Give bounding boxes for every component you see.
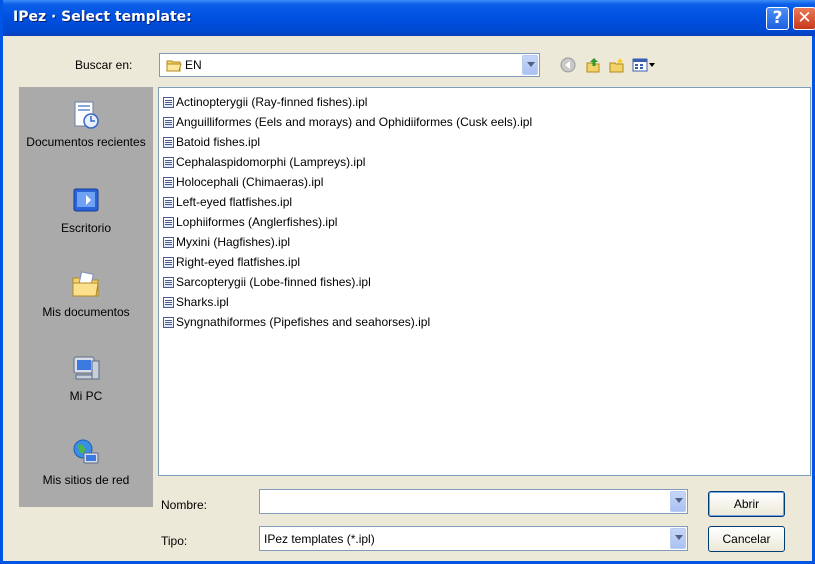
my-documents-icon (72, 271, 99, 297)
open-button[interactable]: Abrir (708, 491, 785, 517)
lookin-value: EN (185, 58, 202, 72)
filename-label: Nombre: (161, 498, 208, 512)
filetype-value: IPez templates (*.ipl) (264, 532, 375, 546)
template-file-icon (163, 317, 174, 328)
template-file-icon (163, 217, 174, 228)
template-file-icon (163, 117, 174, 128)
lookin-combo[interactable]: EN (159, 53, 540, 77)
close-button[interactable]: ✕ (793, 7, 815, 30)
template-file-icon (163, 257, 174, 268)
template-file-icon (163, 197, 174, 208)
template-file-icon (163, 297, 174, 308)
filename-input[interactable] (259, 489, 688, 514)
help-button[interactable]: ? (766, 7, 789, 30)
view-menu-icon[interactable] (632, 57, 656, 73)
template-file-icon (163, 137, 174, 148)
template-file-icon (163, 237, 174, 248)
cancel-button[interactable]: Cancelar (708, 526, 785, 552)
place-label: Mi PC (69, 389, 103, 403)
list-item[interactable]: Right-eyed flatfishes.ipl (163, 253, 300, 271)
place-desktop[interactable]: Escritorio (19, 185, 153, 236)
recent-documents-icon (74, 101, 99, 129)
folder-open-icon (166, 60, 182, 72)
list-item[interactable]: Batoid fishes.ipl (163, 133, 260, 151)
filetype-label: Tipo: (161, 534, 188, 548)
template-file-icon (163, 277, 174, 288)
list-item[interactable]: Sharks.ipl (163, 293, 229, 311)
filetype-select[interactable]: IPez templates (*.ipl) (259, 526, 688, 551)
place-label: Escritorio (60, 221, 111, 235)
list-item[interactable]: Cephalaspidomorphi (Lampreys).ipl (163, 153, 365, 171)
up-folder-icon[interactable] (585, 57, 601, 73)
list-item[interactable]: Sarcopterygii (Lobe-finned fishes).ipl (163, 273, 371, 291)
new-folder-icon[interactable] (609, 57, 625, 73)
back-icon[interactable] (560, 57, 576, 73)
lookin-dropdown-button[interactable] (522, 55, 538, 75)
place-label: Mis documentos (42, 305, 130, 319)
my-computer-icon (73, 356, 100, 380)
place-label: Mis sitios de red (42, 473, 130, 487)
list-item[interactable]: Lophiiformes (Anglerfishes).ipl (163, 213, 337, 231)
dialog-window: IPez · Select template: ? ✕ Buscar en: E… (0, 0, 815, 564)
list-item[interactable]: Left-eyed flatfishes.ipl (163, 193, 292, 211)
title-bar[interactable]: IPez · Select template: ? ✕ (3, 0, 815, 36)
list-item[interactable]: Actinopterygii (Ray-finned fishes).ipl (163, 93, 367, 111)
lookin-label: Buscar en: (75, 58, 133, 72)
desktop-icon (73, 188, 99, 212)
place-my-computer[interactable]: Mi PC (19, 353, 153, 404)
filename-dropdown-button[interactable] (670, 491, 686, 512)
file-list[interactable]: Actinopterygii (Ray-finned fishes).ipl A… (158, 87, 811, 476)
place-label: Documentos recientes (26, 135, 146, 149)
place-recent-documents[interactable]: Documentos recientes (19, 99, 153, 150)
place-my-documents[interactable]: Mis documentos (19, 269, 153, 320)
place-network[interactable]: Mis sitios de red (19, 437, 153, 488)
network-places-icon (73, 439, 99, 464)
list-item[interactable]: Anguilliformes (Eels and morays) and Oph… (163, 113, 532, 131)
template-file-icon (163, 177, 174, 188)
template-file-icon (163, 157, 174, 168)
places-bar: Documentos recientes Escritorio Mis docu… (19, 87, 153, 507)
filetype-dropdown-button[interactable] (670, 528, 686, 549)
list-item[interactable]: Myxini (Hagfishes).ipl (163, 233, 290, 251)
template-file-icon (163, 97, 174, 108)
list-item[interactable]: Holocephali (Chimaeras).ipl (163, 173, 323, 191)
list-item[interactable]: Syngnathiformes (Pipefishes and seahorse… (163, 313, 430, 331)
window-title: IPez · Select template: (13, 9, 192, 25)
